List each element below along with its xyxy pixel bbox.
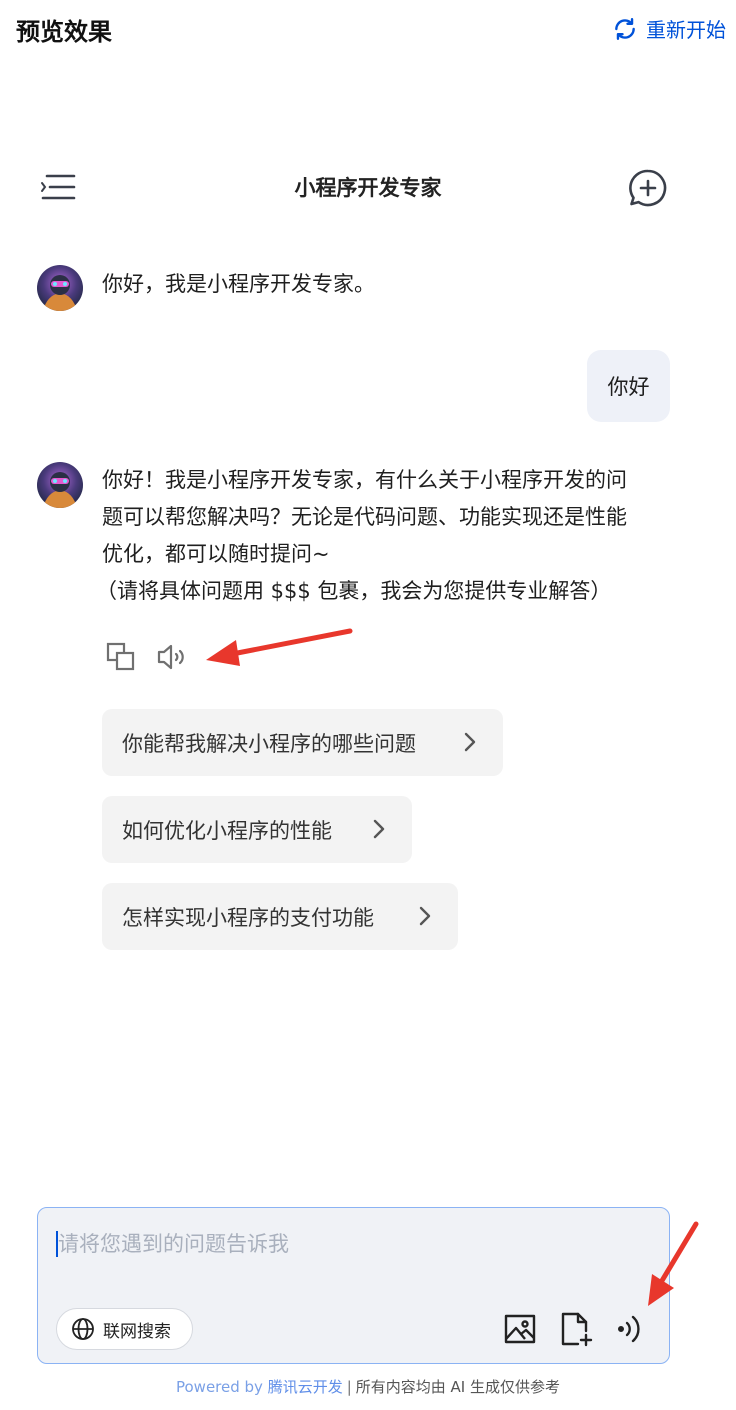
restart-button[interactable]: 重新开始 xyxy=(612,14,726,43)
suggestion-chip[interactable]: 你能帮我解决小程序的哪些问题 xyxy=(102,709,503,776)
image-icon[interactable] xyxy=(502,1311,538,1347)
bot-avatar xyxy=(37,265,83,311)
bot-reply-line: 题可以帮您解决吗？无论是代码问题、功能实现还是性能 xyxy=(102,505,627,529)
bot-greeting: 你好，我是小程序开发专家。 xyxy=(102,272,375,296)
suggestion-label: 你能帮我解决小程序的哪些问题 xyxy=(122,731,416,756)
bot-reply-line: 你好！我是小程序开发专家，有什么关于小程序开发的问 xyxy=(102,468,627,492)
chevron-right-icon xyxy=(464,732,476,752)
voice-icon[interactable] xyxy=(613,1311,649,1347)
brand-link[interactable]: 腾讯云开发 xyxy=(268,1378,343,1396)
bot-reply-line: 优化，都可以随时提问~ xyxy=(102,542,330,566)
disclaimer-text: 所有内容均由 AI 生成仅供参考 xyxy=(355,1378,561,1396)
user-message: 你好 xyxy=(587,350,670,422)
chevron-right-icon xyxy=(373,819,385,839)
globe-icon xyxy=(72,1318,94,1340)
speaker-icon[interactable] xyxy=(156,641,188,673)
copy-icon[interactable] xyxy=(105,641,137,673)
chat-title: 小程序开发专家 xyxy=(294,176,442,200)
suggestion-label: 怎样实现小程序的支付功能 xyxy=(122,905,374,930)
user-message-text: 你好 xyxy=(607,375,650,399)
preview-page: 预览效果 重新开始 小程序开发专家 你好，我是小程序开发专家。 你好 你好！我是… xyxy=(0,0,736,1410)
suggestion-chip[interactable]: 怎样实现小程序的支付功能 xyxy=(102,883,458,950)
annotation-arrow xyxy=(206,628,353,666)
page-title: 预览效果 xyxy=(16,18,112,46)
new-chat-icon[interactable] xyxy=(628,168,668,208)
suggestion-label: 如何优化小程序的性能 xyxy=(122,818,332,843)
chevron-right-icon xyxy=(419,906,431,926)
bot-reply: 你好！我是小程序开发专家，有什么关于小程序开发的问 题可以帮您解决吗？无论是代码… xyxy=(96,462,682,610)
restart-label: 重新开始 xyxy=(646,18,726,42)
powered-by-text: Powered by xyxy=(175,1378,268,1396)
footer: Powered by 腾讯云开发 | 所有内容均由 AI 生成仅供参考 xyxy=(0,1376,736,1397)
bot-reply-line: （请将具体问题用 $$$ 包裹，我会为您提供专业解答） xyxy=(96,579,612,603)
file-add-icon[interactable] xyxy=(558,1311,594,1347)
suggestion-chip[interactable]: 如何优化小程序的性能 xyxy=(102,796,412,863)
bot-avatar xyxy=(37,462,83,508)
chat-input[interactable] xyxy=(58,1226,648,1262)
refresh-icon xyxy=(615,17,635,40)
footer-separator: | xyxy=(346,1378,352,1396)
web-search-button[interactable]: 联网搜索 xyxy=(56,1308,193,1350)
web-search-label: 联网搜索 xyxy=(103,1321,171,1342)
